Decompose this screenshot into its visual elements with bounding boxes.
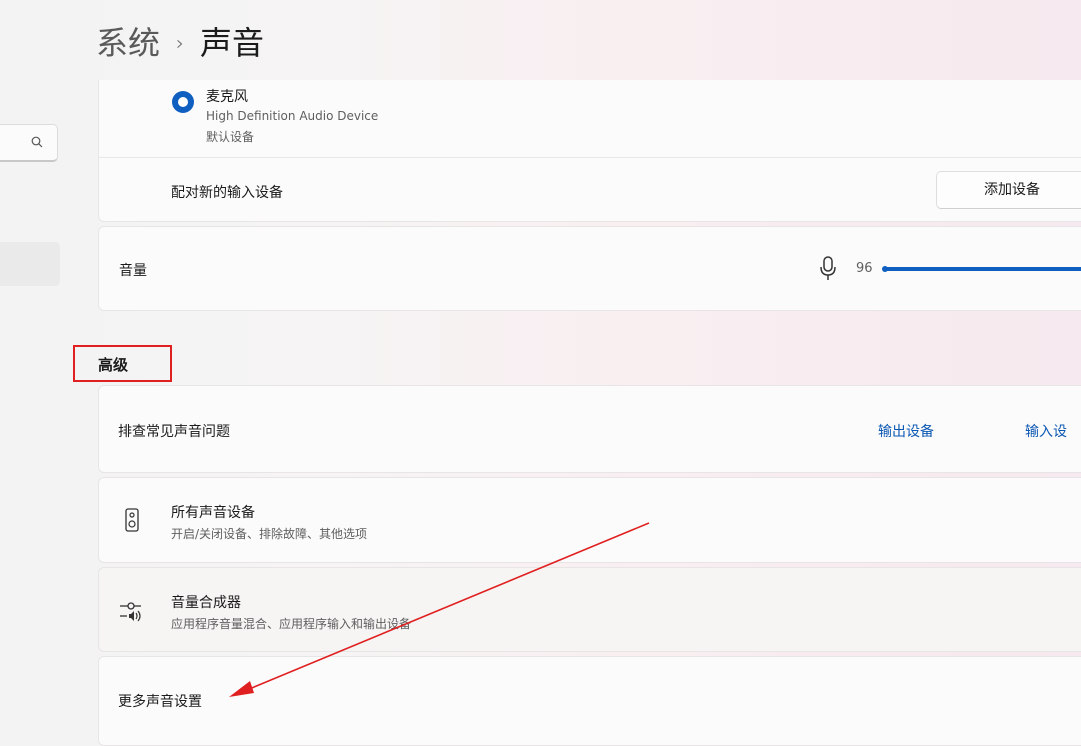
mixer-title: 音量合成器 [171,595,241,611]
page-title: 声音 [200,24,265,62]
troubleshoot-input-link[interactable]: 输入设 [1025,421,1067,441]
input-device-status: 默认设备 [206,130,255,144]
card-divider [99,157,1081,158]
input-device-radio[interactable] [172,91,194,113]
mixer-subtitle: 应用程序音量混合、应用程序输入和输出设备 [171,617,412,631]
more-settings-card[interactable] [98,656,1081,746]
breadcrumb-parent[interactable]: 系统 [96,24,160,62]
breadcrumb-separator: › [176,31,185,55]
section-title-advanced: 高级 [98,356,129,374]
search-icon [31,136,43,148]
troubleshoot-label: 排查常见声音问题 [118,424,230,440]
speaker-icon [125,508,139,532]
volume-mixer-icon [120,602,141,622]
microphone-icon[interactable] [818,256,838,282]
pair-input-label: 配对新的输入设备 [171,185,283,201]
all-devices-title: 所有声音设备 [171,505,255,521]
sidebar-item-selected[interactable] [0,242,60,286]
volume-value: 96 [856,261,873,276]
input-device-description: High Definition Audio Device [206,109,379,123]
volume-slider-start [882,266,888,272]
mixer-card[interactable] [98,567,1081,652]
more-settings-label[interactable]: 更多声音设置 [118,691,202,711]
breadcrumb: 系统 › 声音 [96,20,264,66]
input-device-name[interactable]: 麦克风 [206,86,248,106]
troubleshoot-output-link[interactable]: 输出设备 [878,421,934,441]
volume-slider[interactable] [884,267,1081,271]
search-input[interactable] [0,124,58,162]
volume-label: 音量 [119,263,147,279]
add-device-button[interactable]: 添加设备 [936,171,1081,209]
all-devices-subtitle: 开启/关闭设备、排除故障、其他选项 [171,527,368,541]
